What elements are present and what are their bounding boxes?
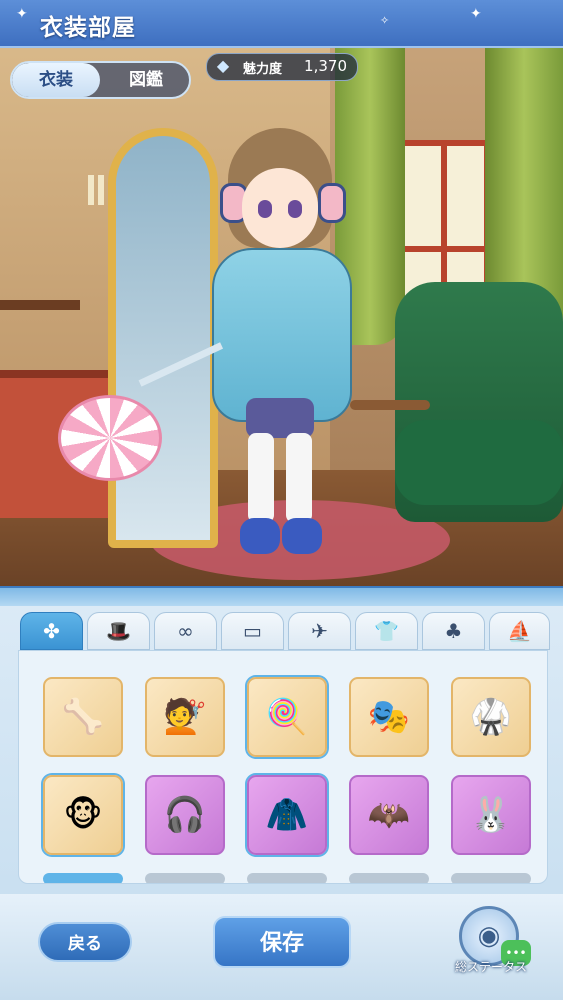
right-leg: [286, 433, 312, 523]
tab-costume[interactable]: 衣装: [12, 63, 100, 97]
save-button[interactable]: 保存: [213, 916, 351, 968]
item-red-armor[interactable]: 🥋: [451, 677, 531, 757]
item-pink-headphones[interactable]: 🎧: [145, 775, 225, 855]
mode-tab-group: 衣装 図鑑: [10, 61, 191, 99]
sparkle-icon: ✧: [380, 14, 390, 27]
right-earmuff: [318, 183, 346, 223]
face-accessory-icon[interactable]: ▭: [221, 612, 284, 650]
item-bat-wings[interactable]: 🦇: [349, 775, 429, 855]
item-bunny-plush[interactable]: 🐰: [451, 775, 531, 855]
tab-collection[interactable]: 図鑑: [102, 63, 189, 97]
lollipop-prop: [58, 395, 162, 481]
item-blue-coat[interactable]: 🧥: [247, 775, 327, 855]
glasses-icon[interactable]: ∞: [154, 612, 217, 650]
diamond-icon: ◆: [216, 56, 230, 75]
wall-shelf: [0, 300, 80, 310]
right-shoe: [282, 518, 322, 554]
item-mask[interactable]: 🎭: [349, 677, 429, 757]
item-grid: 🦴 💇 🍭 🎭 🥋 🐵 🎧 🧥 🦇 🐰: [18, 650, 548, 884]
category-tabs: ✤ 🎩 ∞ ▭ ✈ 👕 ♣ ⛵: [20, 612, 550, 652]
page-title: 衣装部屋: [40, 15, 136, 41]
clover-icon[interactable]: ✤: [20, 612, 83, 650]
item-partial[interactable]: [247, 873, 327, 883]
charm-value: 1,370: [304, 57, 347, 75]
item-lollipop[interactable]: 🍭: [247, 677, 327, 757]
item-partial[interactable]: [451, 873, 531, 883]
pet-icon[interactable]: ♣: [422, 612, 485, 650]
wing-icon[interactable]: ✈: [288, 612, 351, 650]
ship-icon[interactable]: ⛵: [489, 612, 550, 650]
character-portrait-icon: ◉: [477, 921, 501, 951]
item-partial[interactable]: [43, 873, 123, 883]
sparkle-icon: ✦: [16, 6, 28, 22]
charm-display: ◆ 魅力度 1,370: [206, 53, 358, 81]
character-coat: [212, 248, 352, 422]
total-stats-label: 総ステータス: [454, 960, 527, 974]
player-character[interactable]: [190, 128, 370, 578]
item-horned-helm[interactable]: 🦴: [43, 677, 123, 757]
left-leg: [248, 433, 274, 523]
character-face: [242, 168, 318, 248]
charm-label: 魅力度: [243, 62, 283, 77]
item-partial[interactable]: [145, 873, 225, 883]
item-monkey-plush[interactable]: 🐵: [43, 775, 123, 855]
sparkle-icon: ✦: [470, 6, 482, 22]
character-skirt: [246, 398, 314, 438]
title-bar: ✦ ✧ ✦ 衣装部屋: [0, 0, 563, 48]
back-button[interactable]: 戻る: [38, 922, 132, 962]
hat-icon[interactable]: 🎩: [87, 612, 150, 650]
shirt-icon[interactable]: 👕: [355, 612, 418, 650]
armchair-seat: [395, 420, 563, 505]
item-brown-hair[interactable]: 💇: [145, 677, 225, 757]
left-shoe: [240, 518, 280, 554]
item-partial[interactable]: [349, 873, 429, 883]
